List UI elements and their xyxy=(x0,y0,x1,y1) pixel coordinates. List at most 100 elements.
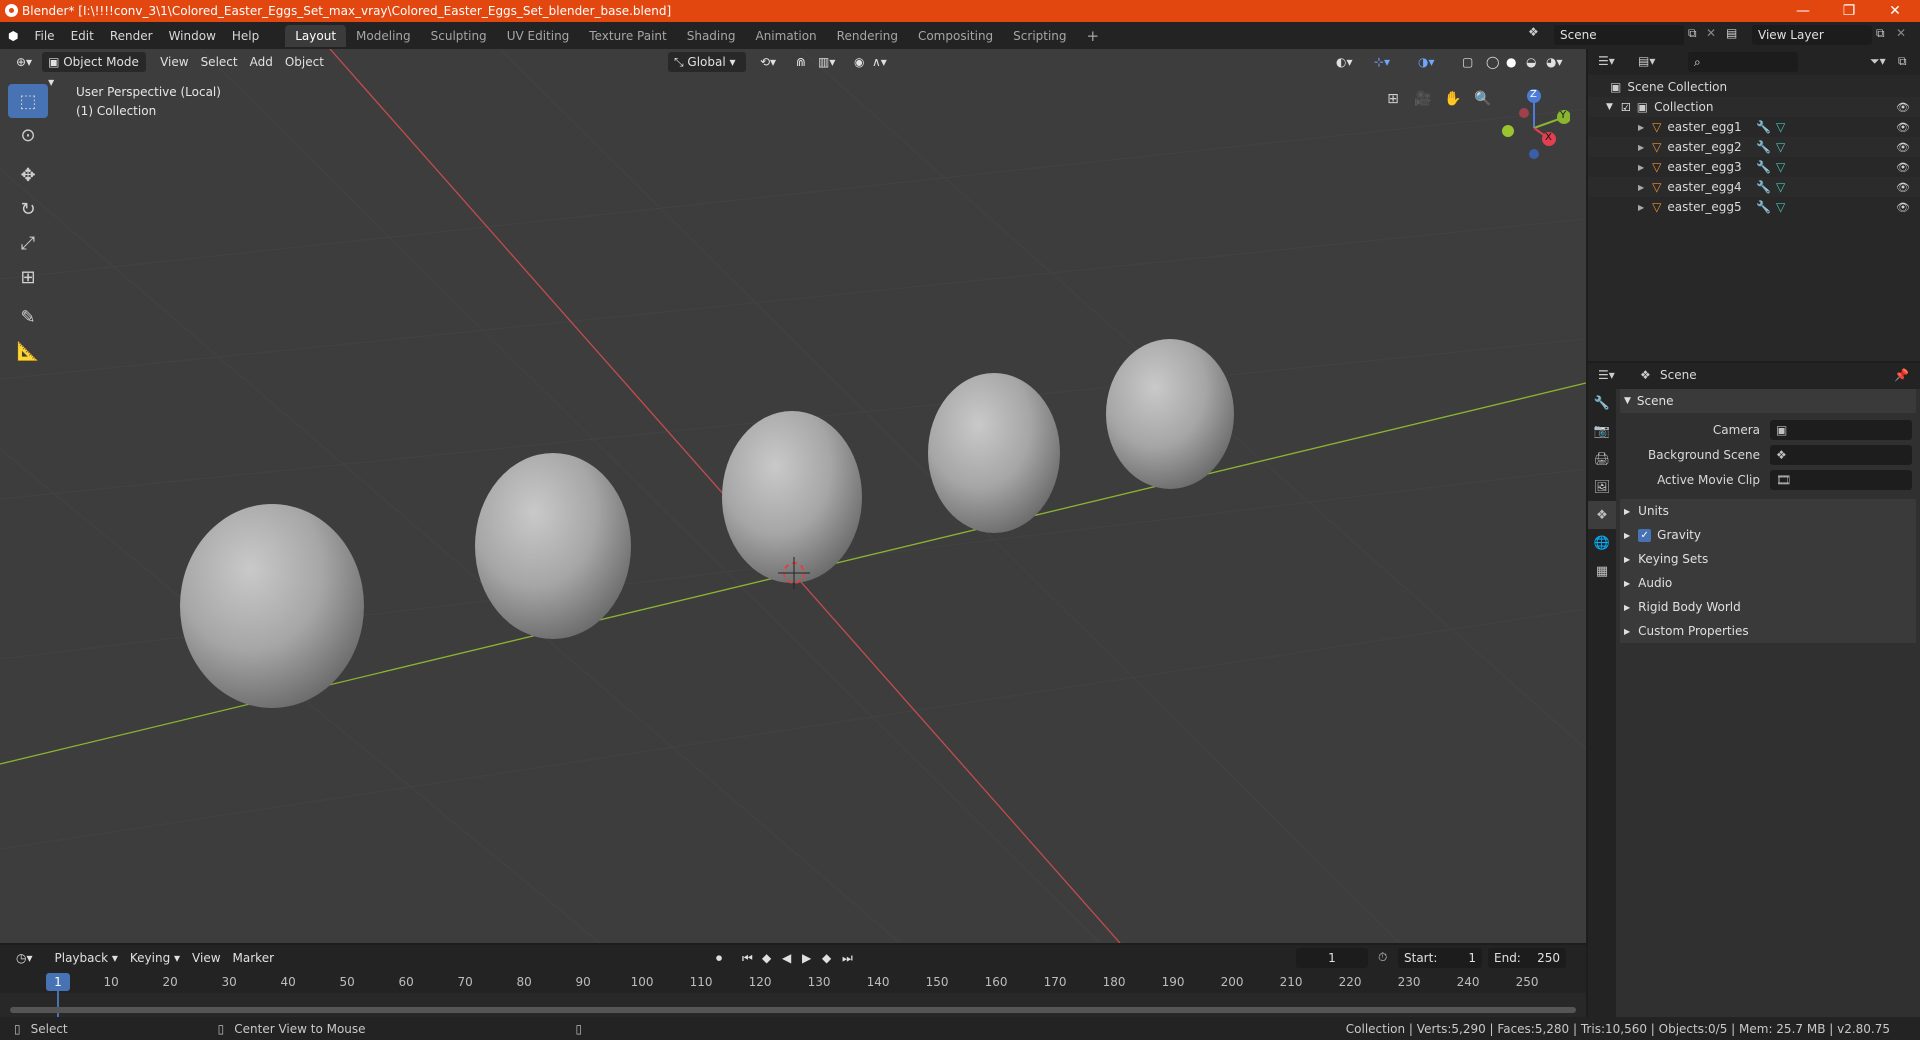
menu-render[interactable]: Render xyxy=(102,25,161,47)
outliner-object-row[interactable]: ▶ ▽ easter_egg4 🔧 ▽ 👁 xyxy=(1588,177,1920,197)
background-scene-field[interactable]: ❖ xyxy=(1770,445,1912,465)
timeline-editor-icon[interactable]: ◷▾ xyxy=(10,948,39,968)
zoom-icon[interactable]: 🔍 xyxy=(1470,86,1496,112)
move-tool-icon[interactable]: ✥ xyxy=(8,158,48,192)
keying-sets-panel-header[interactable]: ▶ Keying Sets xyxy=(1620,547,1916,571)
outliner-object-row[interactable]: ▶ ▽ easter_egg5 🔧 ▽ 👁 xyxy=(1588,197,1920,217)
object-visibility-icon[interactable]: 👁 xyxy=(1896,181,1910,194)
active-movie-clip-field[interactable]: 🎞 xyxy=(1770,470,1912,490)
object-visibility-icon[interactable]: 👁 xyxy=(1896,121,1910,134)
delete-scene-icon[interactable]: ✕ xyxy=(1706,26,1716,40)
tab-modeling[interactable]: Modeling xyxy=(346,25,421,47)
editor-type-icon[interactable]: ⊕▾ xyxy=(10,52,38,72)
menu-object[interactable]: Object xyxy=(279,52,330,72)
jump-end-icon[interactable]: ⏭ xyxy=(836,948,859,968)
select-box-tool-icon[interactable]: ⬚ xyxy=(8,84,48,118)
custom-properties-panel-header[interactable]: ▶ Custom Properties xyxy=(1620,619,1916,643)
gizmo-toggle-icon[interactable]: ⊹▾ xyxy=(1368,52,1396,72)
menu-view[interactable]: View xyxy=(154,52,194,72)
collection-checkbox-icon[interactable]: ☑ xyxy=(1621,101,1631,114)
preview-range-icon[interactable]: ⏱ xyxy=(1378,950,1387,965)
maximize-button[interactable]: ❐ xyxy=(1826,0,1872,22)
close-button[interactable]: ✕ xyxy=(1872,0,1918,22)
menu-help[interactable]: Help xyxy=(224,25,267,47)
current-frame-marker[interactable]: 1 xyxy=(46,973,70,991)
object-expand-icon[interactable]: ▶ xyxy=(1638,203,1644,212)
properties-editor-icon[interactable]: ☰▾ xyxy=(1598,368,1615,382)
snap-target-icon[interactable]: ▥▾ xyxy=(812,52,841,72)
view-layer-icon[interactable]: ▤ xyxy=(1726,26,1737,40)
collection-row[interactable]: ▼ ☑ ▣ Collection 👁 xyxy=(1588,97,1920,117)
outliner-editor-icon[interactable]: ☰▾ xyxy=(1598,54,1615,68)
easter-egg-1[interactable] xyxy=(180,504,364,708)
tab-animation[interactable]: Animation xyxy=(745,25,826,47)
easter-egg-4[interactable] xyxy=(928,373,1060,533)
menu-select[interactable]: Select xyxy=(195,52,244,72)
tab-scripting[interactable]: Scripting xyxy=(1003,25,1076,47)
timeline-scrollbar[interactable] xyxy=(10,1007,1576,1013)
toggle-grid-icon[interactable]: ⊞ xyxy=(1380,86,1406,112)
play-reverse-icon[interactable]: ◀ xyxy=(776,948,797,968)
annotate-tool-icon[interactable]: ✎ xyxy=(8,300,48,334)
end-frame-field[interactable]: End: 250 xyxy=(1488,948,1566,968)
3d-viewport[interactable] xyxy=(0,49,1586,943)
new-view-layer-icon[interactable]: ⧉ xyxy=(1876,26,1885,41)
object-visibility-icon[interactable]: 👁 xyxy=(1896,161,1910,174)
scale-tool-icon[interactable]: ⤢ xyxy=(8,226,48,260)
measure-tool-icon[interactable]: 📐 xyxy=(8,334,48,368)
tab-uv-editing[interactable]: UV Editing xyxy=(497,25,580,47)
menu-add[interactable]: Add xyxy=(244,52,279,72)
start-frame-field[interactable]: Start: 1 xyxy=(1398,948,1482,968)
menu-keying[interactable]: Keying ▾ xyxy=(124,948,186,968)
audio-panel-header[interactable]: ▶ Audio xyxy=(1620,571,1916,595)
tab-scene-icon[interactable]: ❖ xyxy=(1588,501,1616,529)
tab-texture-paint[interactable]: Texture Paint xyxy=(579,25,676,47)
rotate-tool-icon[interactable]: ↻ xyxy=(8,192,48,226)
object-expand-icon[interactable]: ▶ xyxy=(1638,163,1644,172)
pivot-icon[interactable]: ⟲▾ xyxy=(754,52,782,72)
tab-view-layer-icon[interactable]: 🖼 xyxy=(1588,473,1616,501)
tab-render-icon[interactable]: 📷 xyxy=(1588,417,1616,445)
mode-selector[interactable]: ▣ Object Mode ▾ xyxy=(42,52,147,89)
easter-egg-5[interactable] xyxy=(1106,339,1234,489)
new-scene-icon[interactable]: ⧉ xyxy=(1688,26,1697,41)
jump-keyframe-back-icon[interactable]: ◆ xyxy=(756,948,777,968)
transform-tool-icon[interactable]: ⊞ xyxy=(8,260,48,294)
view-layer-selector[interactable]: View Layer xyxy=(1752,25,1872,45)
blender-menu-icon[interactable]: ⬢ xyxy=(0,25,26,47)
menu-file[interactable]: File xyxy=(26,25,62,47)
object-expand-icon[interactable]: ▶ xyxy=(1638,143,1644,152)
tab-sculpting[interactable]: Sculpting xyxy=(421,25,497,47)
scene-icon[interactable]: ❖ xyxy=(1528,25,1539,39)
orientation-selector[interactable]: ⤡ Global ▾ xyxy=(668,52,746,72)
scene-collection-row[interactable]: ▣ Scene Collection xyxy=(1588,77,1920,97)
tab-tool-icon[interactable]: 🔧 xyxy=(1588,389,1616,417)
menu-playback[interactable]: Playback ▾ xyxy=(49,948,124,968)
object-expand-icon[interactable]: ▶ xyxy=(1638,183,1644,192)
add-workspace-button[interactable]: + xyxy=(1077,25,1110,47)
tab-layout[interactable]: Layout xyxy=(285,24,347,47)
minimize-button[interactable]: — xyxy=(1780,0,1826,22)
object-visibility-icon[interactable]: 👁 xyxy=(1896,201,1910,214)
collection-expand-icon[interactable]: ▼ xyxy=(1606,102,1613,112)
object-expand-icon[interactable]: ▶ xyxy=(1638,123,1644,132)
menu-window[interactable]: Window xyxy=(161,25,224,47)
menu-marker[interactable]: Marker xyxy=(227,948,280,968)
new-collection-icon[interactable]: ⧉ xyxy=(1898,54,1907,69)
scene-selector[interactable]: Scene xyxy=(1554,25,1684,45)
units-panel-header[interactable]: ▶ Units xyxy=(1620,499,1916,523)
display-mode-icon[interactable]: ▤▾ xyxy=(1638,54,1655,68)
jump-keyframe-forward-icon[interactable]: ◆ xyxy=(816,948,837,968)
pin-icon[interactable]: 📌 xyxy=(1894,368,1909,382)
falloff-icon[interactable]: ∧▾ xyxy=(866,52,893,72)
scene-panel-header[interactable]: ▼ Scene xyxy=(1620,389,1916,413)
outliner-object-row[interactable]: ▶ ▽ easter_egg3 🔧 ▽ 👁 xyxy=(1588,157,1920,177)
collection-visibility-icon[interactable]: 👁 xyxy=(1896,101,1910,114)
tab-texture-icon[interactable]: ▦ xyxy=(1588,557,1616,585)
easter-egg-3[interactable] xyxy=(722,411,862,583)
overlay-toggle-icon[interactable]: ◑▾ xyxy=(1412,52,1441,72)
tab-output-icon[interactable]: 🖨 xyxy=(1588,445,1616,473)
xray-icon[interactable]: ▢ xyxy=(1456,52,1479,72)
timeline-area[interactable]: 1 10 20 30 40 50 60 70 80 90 100 110 120 130 140 150 16… xyxy=(0,971,1586,1017)
menu-timeline-view[interactable]: View xyxy=(186,948,226,968)
